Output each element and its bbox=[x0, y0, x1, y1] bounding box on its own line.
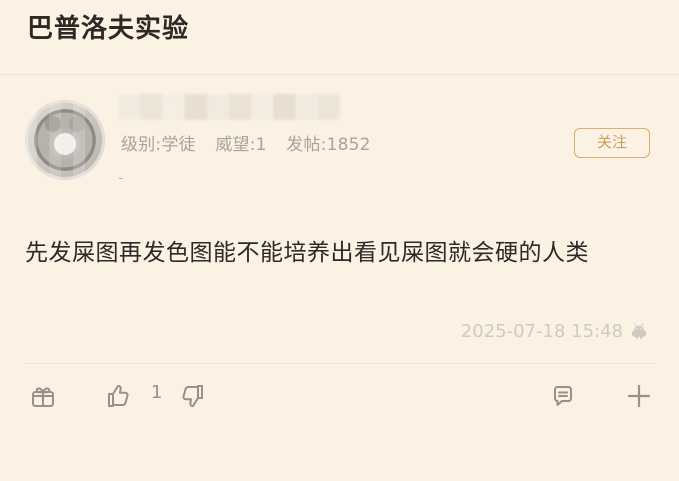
author-level: 级别:学徒 bbox=[121, 135, 196, 155]
author-posts: 发帖:1852 bbox=[286, 135, 371, 155]
gift-icon[interactable] bbox=[26, 379, 60, 413]
username-obscured bbox=[118, 94, 340, 120]
comment-icon[interactable] bbox=[546, 379, 580, 413]
follow-button[interactable]: 关注 bbox=[574, 128, 650, 158]
author-reputation: 威望:1 bbox=[215, 135, 267, 155]
page-title: 巴普洛夫实验 bbox=[27, 14, 190, 44]
action-bar: 1 bbox=[0, 374, 679, 418]
timestamp-row: 2025-07-18 15:48 bbox=[0, 318, 679, 346]
author-card: 级别:学徒 威望:1 发帖:1852 关注 bbox=[0, 76, 679, 206]
android-icon bbox=[630, 323, 648, 339]
post-detail-screen: 巴普洛夫实验 级别:学徒 威望:1 发帖:1852 关注 先发屎图再发色图能不能… bbox=[0, 0, 679, 481]
header: 巴普洛夫实验 bbox=[0, 0, 679, 75]
like-count: 1 bbox=[151, 382, 163, 403]
author-meta: 级别:学徒 威望:1 发帖:1852 bbox=[121, 134, 371, 156]
avatar-icon[interactable] bbox=[25, 100, 105, 180]
action-divider bbox=[24, 363, 655, 364]
thumbs-down-icon[interactable] bbox=[177, 379, 211, 413]
plus-icon[interactable] bbox=[622, 379, 656, 413]
post-content: 先发屎图再发色图能不能培养出看见屎图就会硬的人类 bbox=[25, 240, 589, 266]
profile-separator bbox=[119, 178, 123, 179]
post-timestamp: 2025-07-18 15:48 bbox=[460, 321, 623, 342]
thumbs-up-icon[interactable] bbox=[100, 379, 134, 413]
